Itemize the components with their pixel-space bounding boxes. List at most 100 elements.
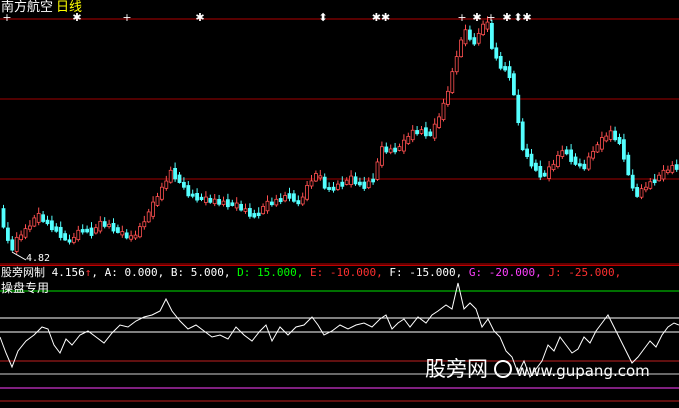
candle-body [296,200,301,205]
candle-body [666,169,670,173]
candle-body [151,201,156,217]
candle-body [318,175,323,179]
signal-marker: ✱ [195,11,204,24]
indicator-params: , A: 0.000, B: 5.000, D: 15.000, E: -10.… [91,266,621,279]
candle-body [129,235,134,240]
indicator-sub-label: 操盘专用 [1,281,50,295]
candle-body [512,73,516,96]
candle-body [256,212,261,216]
candle-body [327,187,332,190]
candle-body [586,156,591,170]
candle-body [300,196,305,205]
candle-body [14,236,19,252]
candle-body [547,166,551,179]
candle-body [472,37,477,45]
candle-body [529,153,534,167]
candle-body [203,196,208,203]
candle-body [564,149,569,155]
candle-body [344,179,349,185]
signal-marker: ⬍ [318,11,327,24]
candle-body [481,23,486,35]
candle-body [534,162,538,171]
signal-marker: + [457,11,466,24]
candle-body [388,148,393,153]
candle-body [538,165,543,178]
candle-body [648,181,653,189]
period-label: 日线 [56,0,83,15]
candle-body [608,130,613,140]
candle-body [357,181,362,186]
indicator-param: D: 15.000, [230,266,304,279]
candle-body [542,172,547,177]
candle-body [573,156,578,165]
candle-body [644,186,648,191]
candle-body [335,183,340,190]
candle-body [283,195,288,202]
candle-body [212,198,217,205]
candle-body [234,202,239,209]
candle-body [146,211,151,223]
candle-body [652,179,657,184]
candle-body [111,222,116,232]
candle-body [657,174,661,182]
indicator-header: 股旁网制 4.156↑, A: 0.000, B: 5.000, D: 15.0… [1,265,621,281]
indicator-param: , A: 0.000, [91,266,165,279]
stock-chart-window: + ✱ + ✱ ⬍ ✱✱ + ✱ + ✱ ⬍ ✱ 南方航空 日线 4.82 股旁网制 4.156↑, A… [0,0,679,408]
candle-body [454,56,459,73]
candle-body [195,192,200,201]
candle-body [287,193,292,199]
candle-body [617,136,622,144]
candle-body [313,173,318,182]
price-candlestick-chart[interactable]: + ✱ + ✱ ⬍ ✱✱ + ✱ + ✱ ⬍ ✱ [0,0,679,265]
low-marker-line [11,251,27,261]
candle-body [450,71,455,93]
candle-body [155,196,160,206]
candle-body [507,66,512,79]
candle-body [569,149,573,162]
candle-body [19,234,24,241]
candle-body [397,146,402,151]
candle-body [208,197,213,203]
candle-body [498,56,503,69]
candle-body [406,135,411,144]
indicator-param: B: 5.000, [164,266,231,279]
candle-body [1,208,6,228]
candle-body [107,223,111,228]
candle-body [45,219,50,225]
candle-body [674,164,679,170]
candle-body [6,227,10,241]
candle-body [463,29,468,45]
candle-body [133,234,138,239]
candle-body [58,226,63,238]
candle-body [67,239,72,243]
candle-body [142,221,147,228]
indicator-chart[interactable] [0,265,679,408]
candle-body [503,66,508,71]
candle-body [23,228,28,238]
candle-body [445,90,450,105]
candle-body [331,186,336,191]
candle-body [661,169,666,180]
stock-name: 南方航空 [1,0,54,15]
candle-body [221,200,226,205]
candle-body [401,139,406,152]
candle-body [600,137,604,150]
candle-body [265,200,270,212]
candle-body [278,198,283,203]
candle-body [164,180,169,189]
candle-body [36,213,41,223]
indicator-param: J: -25.000, [541,266,622,279]
candle-body [626,154,631,176]
candle-body [635,186,639,197]
indicator-param: G: -20.000, [462,266,542,279]
candle-body [116,227,120,233]
watermark-url: www.gupang.com [516,362,650,380]
candle-body [582,163,587,170]
candle-body [556,154,560,167]
candle-body [476,33,481,44]
candle-body [243,208,248,212]
candle-body [423,127,428,137]
candle-body [261,205,266,215]
candle-body [560,150,565,157]
candle-body [489,22,494,49]
